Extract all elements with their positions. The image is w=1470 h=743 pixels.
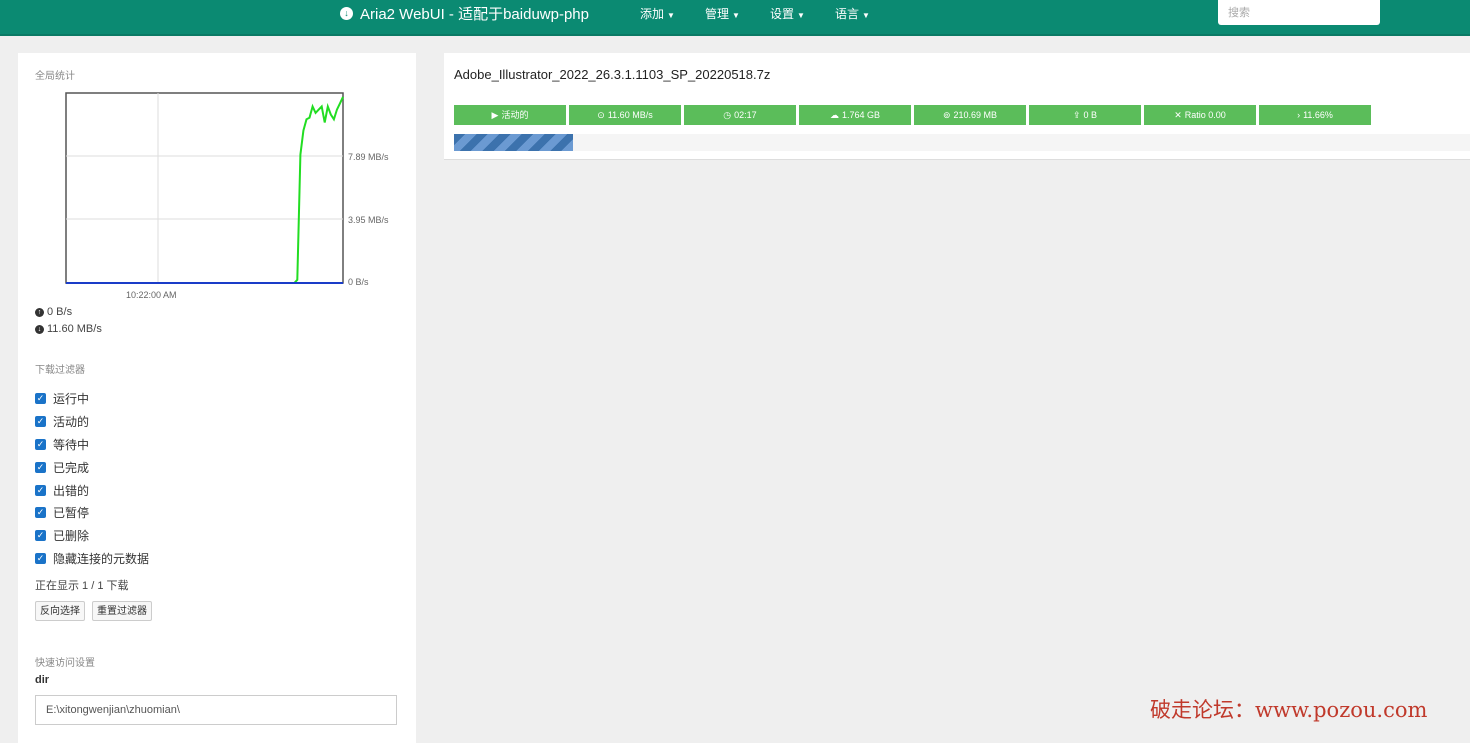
caret-down-icon: ▼	[862, 11, 870, 20]
caret-down-icon: ▼	[732, 11, 740, 20]
speed-badge: ⊙ 11.60 MB/s	[569, 105, 681, 125]
filter-complete[interactable]: ✓ 已完成	[35, 459, 89, 476]
download-filter-title: 下载过滤器	[35, 365, 85, 376]
play-icon: ▶	[491, 110, 499, 120]
download-filename: Adobe_Illustrator_2022_26.3.1.1103_SP_20…	[454, 67, 771, 82]
checkbox-checked-icon[interactable]: ✓	[35, 530, 46, 541]
search-input[interactable]	[1218, 0, 1380, 25]
checkbox-checked-icon[interactable]: ✓	[35, 393, 46, 404]
filter-running[interactable]: ✓ 运行中	[35, 390, 89, 407]
menu-manage[interactable]: 管理 ▼	[705, 5, 740, 22]
top-navbar: ↓ Aria2 WebUI - 适配于baiduwp-php 添加 ▼ 管理 ▼ 设…	[0, 0, 1470, 36]
download-progress-bar	[454, 134, 1470, 151]
checkbox-checked-icon[interactable]: ✓	[35, 462, 46, 473]
filter-active[interactable]: ✓ 活动的	[35, 413, 89, 430]
checkbox-checked-icon[interactable]: ✓	[35, 416, 46, 427]
dir-input[interactable]	[35, 695, 397, 725]
downloaded-icon: ⊚	[942, 110, 951, 120]
speed-chart: 7.89 MB/s 3.95 MB/s 0 B/s 10:22:00 AM	[65, 92, 389, 300]
upload-rate: ↑ 0 B/s	[35, 306, 72, 318]
download-circle-icon: ↓	[340, 7, 353, 20]
download-rate: ↓ 11.60 MB/s	[35, 323, 102, 335]
menu-language[interactable]: 语言 ▼	[835, 5, 870, 22]
caret-down-icon: ▼	[797, 11, 805, 20]
sidebar: 全局统计 7.89 MB/s 3.95 MB/s 0 B/s 10:22:00 …	[18, 53, 416, 743]
filter-paused[interactable]: ✓ 已暂停	[35, 504, 89, 521]
checkbox-checked-icon[interactable]: ✓	[35, 439, 46, 450]
size-badge: ☁ 1.764 GB	[799, 105, 911, 125]
uploaded-badge: ⇪ 0 B	[1029, 105, 1141, 125]
filter-removed[interactable]: ✓ 已删除	[35, 527, 89, 544]
watermark: 破走论坛：www.pozou.com	[1150, 698, 1428, 722]
filter-error[interactable]: ✓ 出错的	[35, 482, 89, 499]
download-item[interactable]: Adobe_Illustrator_2022_26.3.1.1103_SP_20…	[444, 53, 1470, 160]
showing-count: 正在显示 1 / 1 下载	[35, 580, 129, 592]
ratio-icon: ✕	[1174, 110, 1182, 120]
checkbox-checked-icon[interactable]: ✓	[35, 485, 46, 496]
brand-title: Aria2 WebUI - 适配于baiduwp-php	[360, 6, 589, 23]
speed-icon: ⊙	[597, 110, 605, 120]
clock-icon: ◷	[723, 110, 732, 120]
quick-settings-title: 快速访问设置	[35, 658, 95, 669]
upload-icon: ↑	[35, 307, 44, 317]
y-tick-label: 0 B/s	[348, 277, 369, 287]
download-icon: ↓	[35, 324, 44, 334]
percent-badge: › 11.66%	[1259, 105, 1371, 125]
caret-down-icon: ▼	[667, 11, 675, 20]
chart-plot-area	[65, 92, 344, 284]
dir-label: dir	[35, 674, 50, 686]
checkbox-checked-icon[interactable]: ✓	[35, 553, 46, 564]
checkbox-checked-icon[interactable]: ✓	[35, 507, 46, 518]
ratio-badge: ✕ Ratio 0.00	[1144, 105, 1256, 125]
y-tick-label: 3.95 MB/s	[348, 215, 389, 225]
filter-waiting[interactable]: ✓ 等待中	[35, 436, 89, 453]
reset-filter-button[interactable]: 重置过滤器	[92, 601, 152, 621]
menu-settings[interactable]: 设置 ▼	[770, 5, 805, 22]
status-badge: ▶ 活动的	[454, 105, 566, 125]
filter-hide-metadata[interactable]: ✓ 隐藏连接的元数据	[35, 550, 149, 567]
menu-add[interactable]: 添加 ▼	[640, 5, 675, 22]
eta-badge: ◷ 02:17	[684, 105, 796, 125]
y-tick-label: 7.89 MB/s	[348, 152, 389, 162]
progress-fill	[454, 134, 573, 151]
chevron-right-icon: ›	[1297, 110, 1301, 120]
upload-icon: ⇪	[1072, 110, 1081, 120]
invert-selection-button[interactable]: 反向选择	[35, 601, 85, 621]
cloud-icon: ☁	[829, 110, 839, 120]
x-tick-label: 10:22:00 AM	[126, 290, 177, 300]
brand[interactable]: ↓ Aria2 WebUI - 适配于baiduwp-php	[340, 3, 589, 24]
downloaded-badge: ⊚ 210.69 MB	[914, 105, 1026, 125]
